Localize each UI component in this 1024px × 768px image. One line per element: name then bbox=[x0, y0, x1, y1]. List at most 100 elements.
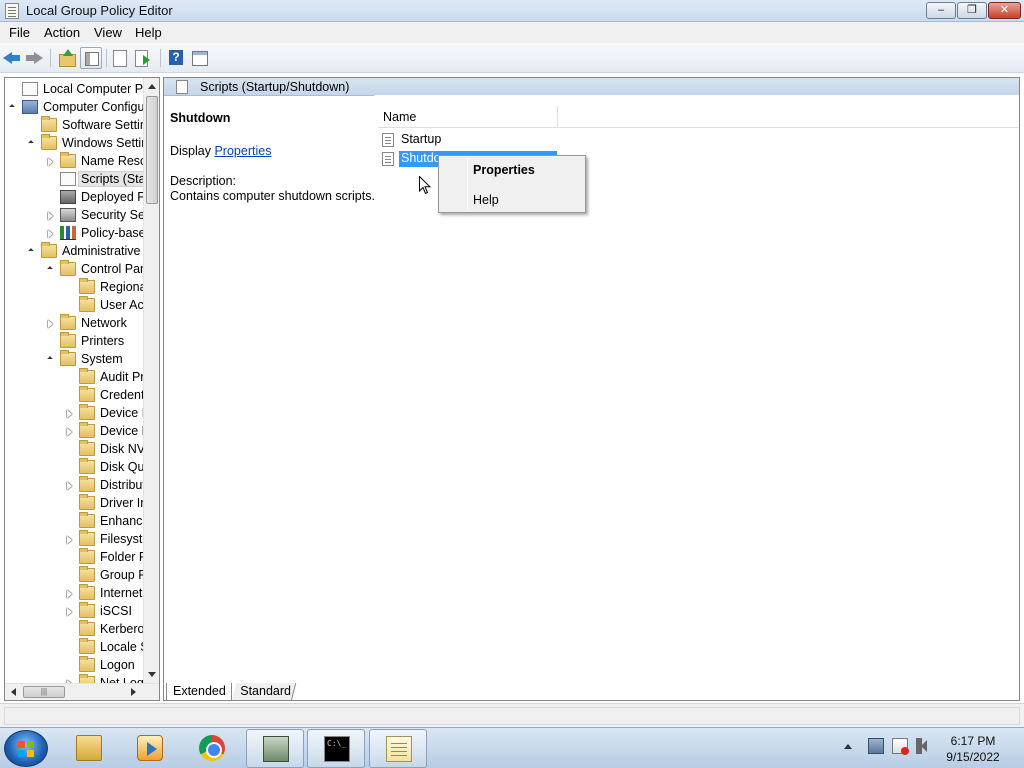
chrome-icon bbox=[199, 735, 225, 761]
collapsed-arrow-icon[interactable] bbox=[67, 428, 73, 436]
collapsed-arrow-icon[interactable] bbox=[67, 536, 73, 544]
script-icon bbox=[176, 80, 188, 94]
collapsed-arrow-icon[interactable] bbox=[67, 590, 73, 598]
expanded-arrow-icon[interactable] bbox=[48, 356, 54, 364]
action-center-flag-icon[interactable] bbox=[892, 738, 909, 755]
volume-icon[interactable] bbox=[916, 738, 932, 754]
tree-item-label: Network bbox=[81, 316, 127, 330]
minimize-button[interactable]: – bbox=[926, 2, 956, 19]
tree-item-label: Computer Configu bbox=[43, 100, 145, 114]
menu-help[interactable]: Help bbox=[135, 25, 162, 40]
tree-item-label: Scripts (Star bbox=[78, 171, 153, 187]
taskbar-media-player[interactable] bbox=[121, 729, 179, 768]
folder-icon bbox=[79, 296, 95, 312]
scroll-left-arrow-icon[interactable] bbox=[11, 688, 16, 696]
menu-action[interactable]: Action bbox=[44, 25, 80, 40]
tree-item-label: Policy-base bbox=[81, 226, 146, 240]
forward-arrow-icon[interactable] bbox=[26, 49, 44, 67]
collapsed-arrow-icon[interactable] bbox=[48, 320, 54, 328]
collapsed-arrow-icon[interactable] bbox=[48, 212, 54, 220]
taskbar-notepad[interactable] bbox=[369, 729, 427, 768]
tree-item-label: Windows Settin bbox=[62, 136, 149, 150]
show-hide-tree-icon[interactable] bbox=[80, 47, 102, 69]
menu-file[interactable]: File bbox=[9, 25, 30, 40]
tab-extended[interactable]: Extended bbox=[166, 683, 232, 701]
scroll-thumb[interactable] bbox=[146, 96, 158, 204]
tree-item-label: Logon bbox=[100, 658, 135, 672]
policy-icon bbox=[22, 82, 38, 96]
collapsed-arrow-icon[interactable] bbox=[67, 482, 73, 490]
properties-link[interactable]: Properties bbox=[214, 144, 271, 158]
scroll-up-arrow-icon[interactable] bbox=[148, 84, 156, 89]
column-header-name[interactable]: Name bbox=[378, 106, 558, 128]
system-clock[interactable]: 6:17 PM 9/15/2022 bbox=[936, 733, 1010, 765]
toolbar-separator bbox=[106, 49, 107, 67]
back-arrow-icon[interactable] bbox=[3, 49, 21, 67]
tree-vertical-scrollbar[interactable] bbox=[143, 78, 159, 683]
clock-time: 6:17 PM bbox=[950, 734, 996, 748]
tree-item-label: Enhance bbox=[100, 514, 150, 528]
folder-icon bbox=[60, 152, 76, 168]
expanded-arrow-icon[interactable] bbox=[29, 248, 35, 256]
tree-item-label: Regiona bbox=[100, 280, 147, 294]
properties-sheet-icon[interactable] bbox=[110, 49, 128, 67]
taskbar-group-policy-editor[interactable] bbox=[246, 729, 304, 768]
collapsed-arrow-icon[interactable] bbox=[67, 410, 73, 418]
display-properties-line: Display Properties bbox=[170, 144, 271, 158]
collapsed-arrow-icon[interactable] bbox=[67, 608, 73, 616]
status-cell bbox=[4, 707, 1020, 725]
folder-icon bbox=[79, 278, 95, 294]
up-folder-icon[interactable] bbox=[58, 49, 76, 67]
tree-item-label: Name Resol bbox=[81, 154, 150, 168]
show-hidden-icons-chevron-icon[interactable] bbox=[844, 744, 852, 749]
scroll-right-arrow-icon[interactable] bbox=[131, 688, 136, 696]
console-tree[interactable]: Local Computer Policy Computer Configu Sof… bbox=[4, 77, 160, 701]
taskbar-windows-explorer[interactable] bbox=[60, 729, 118, 768]
folder-icon bbox=[79, 422, 95, 438]
folder-icon bbox=[60, 314, 76, 330]
tab-standard[interactable]: Standard bbox=[231, 683, 297, 701]
expanded-arrow-icon[interactable] bbox=[48, 266, 54, 274]
folder-icon bbox=[60, 332, 76, 348]
folder-icon bbox=[79, 566, 95, 582]
context-menu-properties[interactable]: Properties bbox=[441, 159, 583, 181]
folder-icon bbox=[41, 134, 57, 150]
folder-icon bbox=[79, 512, 95, 528]
export-list-icon[interactable] bbox=[134, 49, 152, 67]
close-button[interactable]: ✕ bbox=[988, 2, 1021, 19]
taskbar: C:\_ 6:17 PM 9/15/2022 bbox=[0, 727, 1024, 768]
description-text: Contains computer shutdown scripts. bbox=[170, 189, 375, 203]
collapsed-arrow-icon[interactable] bbox=[48, 158, 54, 166]
expanded-arrow-icon[interactable] bbox=[10, 104, 16, 112]
scroll-thumb[interactable]: ||| bbox=[23, 686, 65, 698]
context-menu: Properties Help bbox=[438, 155, 586, 213]
description-label: Description: bbox=[170, 174, 236, 188]
expanded-arrow-icon[interactable] bbox=[29, 140, 35, 148]
folder-icon bbox=[79, 476, 95, 492]
maximize-button[interactable]: ❐ bbox=[957, 2, 987, 19]
collapsed-arrow-icon[interactable] bbox=[48, 230, 54, 238]
script-icon bbox=[382, 133, 394, 147]
properties-icon[interactable] bbox=[190, 49, 208, 67]
display-label: Display bbox=[170, 144, 215, 158]
view-tabs: Extended Standard bbox=[164, 683, 1020, 701]
taskbar-command-prompt[interactable]: C:\_ bbox=[307, 729, 365, 768]
notepad-icon bbox=[386, 736, 412, 762]
media-player-icon bbox=[137, 735, 163, 761]
network-icon[interactable] bbox=[868, 738, 884, 754]
tree-horizontal-scrollbar[interactable]: ||| bbox=[5, 683, 159, 700]
start-button[interactable] bbox=[4, 730, 48, 767]
taskbar-chrome[interactable] bbox=[183, 729, 241, 768]
help-icon[interactable] bbox=[167, 49, 185, 67]
scroll-down-arrow-icon[interactable] bbox=[148, 672, 156, 677]
folder-icon bbox=[79, 548, 95, 564]
folder-icon bbox=[41, 242, 57, 258]
group-policy-editor-icon bbox=[5, 3, 19, 19]
folder-icon bbox=[41, 116, 57, 132]
list-item-label: Startup bbox=[401, 132, 442, 146]
title-bar: Local Group Policy Editor – ❐ ✕ bbox=[0, 0, 1024, 22]
tree-item-label: Distribut bbox=[100, 478, 146, 492]
menu-view[interactable]: View bbox=[94, 25, 122, 40]
tree-item-label: Locale S bbox=[100, 640, 149, 654]
context-menu-help[interactable]: Help bbox=[441, 189, 583, 211]
